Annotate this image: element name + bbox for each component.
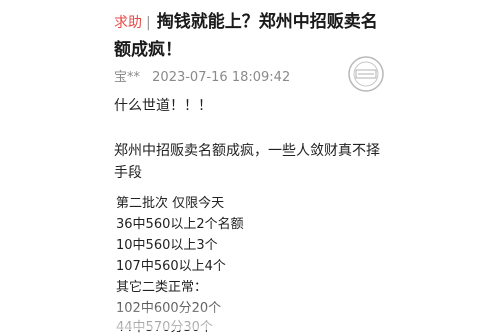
post-exclaim: 什么世道！！！: [114, 98, 212, 114]
category-tag[interactable]: 求助: [114, 15, 142, 31]
author-name[interactable]: 宝**: [114, 70, 140, 85]
watermark-stamp-icon: [346, 54, 386, 94]
list-item: 其它二类正常：: [116, 280, 208, 295]
list-item: 10中560以上3个: [116, 238, 218, 253]
list-item: 36中560以上2个名额: [116, 217, 244, 232]
list-item: 102中600分20个: [116, 301, 222, 316]
post-title: 掏钱就能上？郑州中招贩卖名额成疯！: [114, 12, 378, 60]
post-paragraph: 郑州中招贩卖名额成疯，一些人敛财真不择手段: [114, 143, 380, 181]
list-item: 107中560以上4个: [116, 259, 226, 274]
post-meta: 宝** 2023-07-16 18:09:42: [114, 66, 290, 85]
title-separator: |: [146, 15, 151, 31]
list-item: 44中570分30个: [116, 320, 213, 335]
post-card: 求助 | 掏钱就能上？郑州中招贩卖名额成疯！ 宝** 2023-07-16 18:0…: [106, 0, 396, 335]
post-timestamp: 2023-07-16 18:09:42: [152, 70, 291, 85]
list-item: 第二批次 仅限今天: [116, 196, 225, 211]
